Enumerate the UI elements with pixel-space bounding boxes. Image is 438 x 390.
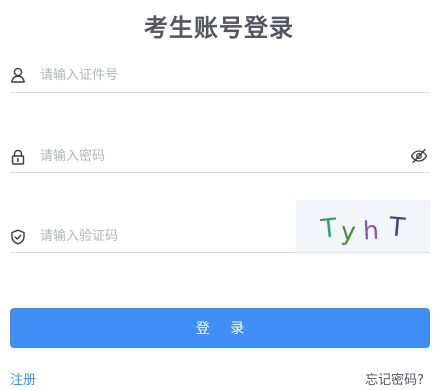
captcha-char: y (340, 216, 357, 246)
user-icon (10, 67, 26, 83)
password-input[interactable] (40, 146, 380, 166)
login-page: 考生账号登录 请输入证件号 请输入验证码 T y h T 登 录 注册 忘记密码… (0, 0, 438, 390)
register-link[interactable]: 注册 (10, 369, 36, 388)
id-number-input[interactable] (40, 65, 410, 85)
captcha-field: T y h T (10, 200, 430, 253)
login-button[interactable]: 登 录 (10, 308, 430, 348)
eye-slash-icon[interactable] (410, 148, 428, 164)
captcha-input[interactable] (40, 226, 290, 246)
lock-icon (10, 149, 26, 165)
forgot-password-link[interactable]: 忘记密码? (365, 369, 424, 388)
captcha-char: T (387, 212, 407, 243)
captcha-char: h (362, 216, 379, 246)
page-title: 考生账号登录 (144, 14, 294, 42)
captcha-char: T (319, 213, 339, 245)
password-field (10, 136, 430, 173)
shield-check-icon (10, 229, 26, 245)
captcha-image[interactable]: T y h T (296, 200, 430, 252)
id-number-field (10, 56, 430, 93)
